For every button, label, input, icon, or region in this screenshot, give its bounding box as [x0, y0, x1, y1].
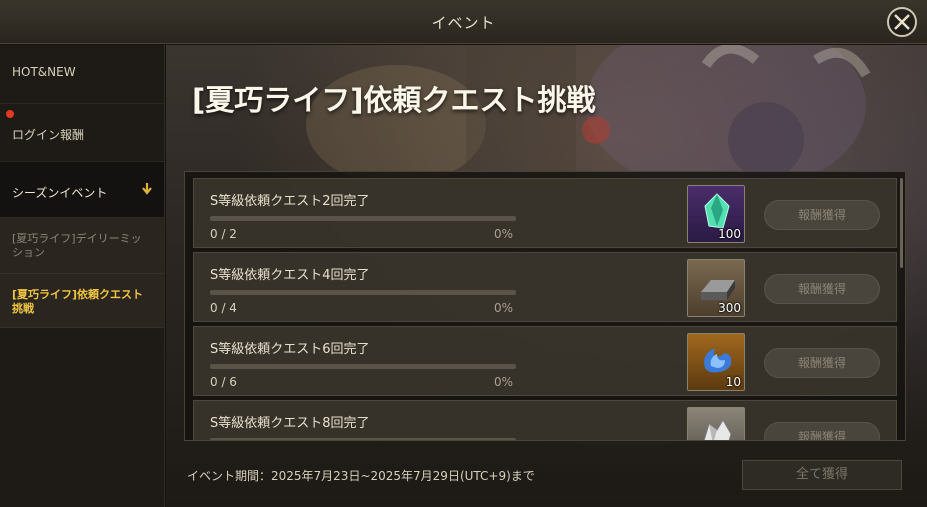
- quest-count: 0 / 4: [210, 301, 237, 315]
- sidebar-item-season-event[interactable]: シーズンイベント: [0, 162, 164, 218]
- quest-name: S等級依頼クエスト2回完了: [210, 194, 370, 209]
- quest-progress-bar: [210, 438, 516, 440]
- blue-flame-icon: [704, 348, 732, 373]
- quest-progress-bar: [210, 290, 516, 295]
- sidebar-item-hot-new[interactable]: HOT&NEW: [0, 45, 164, 104]
- close-icon: [894, 14, 910, 30]
- quest-count: 0 / 6: [210, 375, 237, 389]
- quest-percent: 0%: [494, 301, 514, 315]
- sidebar-subitem-label: [夏巧ライフ]デイリーミッション: [12, 232, 142, 259]
- green-crystal-icon: [704, 193, 730, 229]
- quest-progress-bar: [210, 216, 516, 221]
- sidebar-subitem-label: [夏巧ライフ]依頼クエスト挑戦: [12, 288, 144, 315]
- reward-item[interactable]: 300: [687, 259, 745, 317]
- quest-percent: 0%: [494, 375, 514, 389]
- list-scrollbar[interactable]: [900, 178, 903, 268]
- reward-item[interactable]: [687, 407, 745, 440]
- sidebar-item-label: ログイン報酬: [12, 128, 85, 142]
- sidebar-subitem-daily-mission[interactable]: [夏巧ライフ]デイリーミッション: [0, 218, 164, 274]
- claim-all-button[interactable]: 全て獲得: [742, 460, 902, 490]
- claim-reward-button[interactable]: 報酬獲得: [764, 348, 880, 378]
- quest-row: S等級依頼クエスト6回完了 0 / 6 0% 10 報酬獲得: [193, 326, 897, 396]
- quest-count: 0 / 2: [210, 227, 237, 241]
- sidebar: HOT&NEW ログイン報酬 シーズンイベント [夏巧ライフ]デイリーミッション…: [0, 45, 165, 507]
- sidebar-item-label: HOT&NEW: [12, 65, 76, 79]
- sidebar-subitem-request-quest[interactable]: [夏巧ライフ]依頼クエスト挑戦: [0, 274, 164, 328]
- quest-name: S等級依頼クエスト4回完了: [210, 268, 370, 283]
- reward-item[interactable]: 100: [687, 185, 745, 243]
- quest-name: S等級依頼クエスト8回完了: [210, 416, 370, 431]
- title-bar: イベント: [0, 0, 927, 44]
- reward-item[interactable]: 10: [687, 333, 745, 391]
- expand-arrow-icon: [142, 183, 152, 195]
- claim-reward-button[interactable]: 報酬獲得: [764, 274, 880, 304]
- close-button[interactable]: [887, 7, 917, 37]
- claim-reward-button[interactable]: 報酬獲得: [764, 422, 880, 440]
- quest-progress-bar: [210, 364, 516, 369]
- window-title: イベント: [431, 14, 496, 32]
- quest-row: S等級依頼クエスト4回完了 0 / 4 0% 300 報酬獲得: [193, 252, 897, 322]
- reward-quantity: 300: [718, 301, 741, 315]
- quest-row: S等級依頼クエスト2回完了 0 / 2 0% 100 報酬獲得: [193, 178, 897, 248]
- sidebar-item-label: シーズンイベント: [12, 186, 108, 200]
- quest-percent: 0%: [494, 227, 514, 241]
- event-period: イベント期間：2025年7月23日~2025年7月29日(UTC+9)まで: [187, 469, 535, 483]
- notification-dot: [6, 110, 14, 118]
- reward-quantity: 10: [725, 375, 741, 389]
- event-main-panel: [夏巧ライフ]依頼クエスト挑戦 S等級依頼クエスト2回完了 0 / 2 0% 1…: [166, 45, 927, 507]
- silver-ore-icon: [703, 419, 732, 440]
- claim-reward-button[interactable]: 報酬獲得: [764, 200, 880, 230]
- reward-quantity: 100: [718, 227, 741, 241]
- sidebar-item-login-reward[interactable]: ログイン報酬: [0, 104, 164, 162]
- quest-row: S等級依頼クエスト8回完了 報酬獲得: [193, 400, 897, 440]
- quest-name: S等級依頼クエスト6回完了: [210, 342, 370, 357]
- iron-ingot-icon: [701, 280, 735, 300]
- quest-list[interactable]: S等級依頼クエスト2回完了 0 / 2 0% 100 報酬獲得 S等級依頼クエス…: [184, 171, 906, 441]
- event-title: [夏巧ライフ]依頼クエスト挑戦: [192, 83, 596, 117]
